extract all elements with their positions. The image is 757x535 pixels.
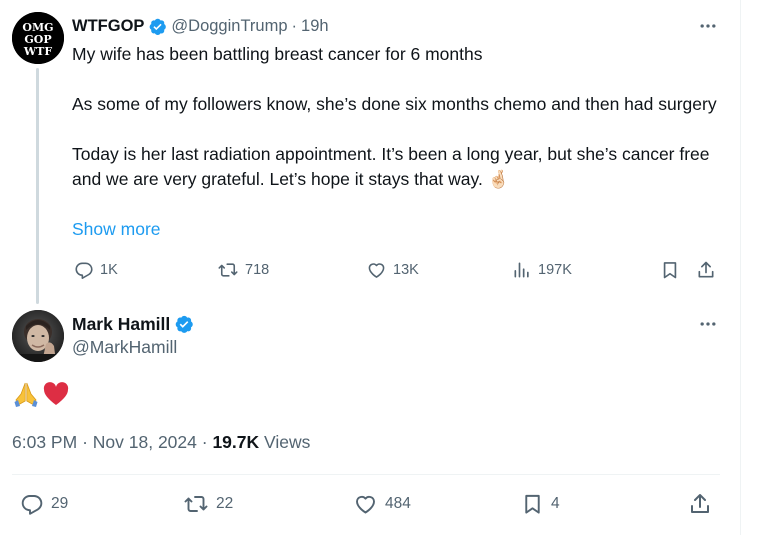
meta-divider [12, 474, 720, 475]
parent-timestamp[interactable]: 19h [301, 17, 329, 36]
bookmark-icon [663, 262, 677, 279]
parent-views-action[interactable]: 197K [512, 258, 572, 282]
parent-like-action[interactable]: 13K [366, 258, 419, 282]
thread-connector-line [36, 68, 39, 304]
avatar-text-line-3: WTF [23, 45, 53, 58]
parent-repost-action[interactable]: 718 [217, 258, 269, 282]
parent-reply-count: 1K [100, 262, 118, 278]
heart-outline-icon [356, 495, 375, 514]
meta-separator-2: · [201, 432, 208, 452]
timeline-column-divider [740, 0, 741, 535]
tweet-date[interactable]: Nov 18, 2024 [93, 432, 197, 452]
main-repost-action[interactable]: 22 [183, 492, 233, 516]
parent-reply-action[interactable]: 1K [74, 258, 118, 282]
parent-handle[interactable]: @DogginTrump [171, 17, 287, 36]
parent-tweet-text: My wife has been battling breast cancer … [72, 42, 732, 192]
omg-gop-wtf-logo-image: OMG GOP WTF [12, 12, 64, 64]
main-name-row: Mark Hamill [72, 312, 198, 336]
repost-arrows-icon [218, 263, 238, 277]
mark-hamill-avatar-image [12, 310, 64, 362]
heart-outline-icon [368, 263, 385, 278]
main-more-button[interactable] [693, 312, 723, 336]
main-like-count: 484 [385, 495, 411, 512]
folded-hands-icon [14, 382, 38, 407]
more-horizontal-icon [700, 322, 716, 326]
bookmark-icon [525, 494, 540, 514]
reply-bubble-icon [75, 262, 93, 279]
meta-separator-1: · [82, 432, 88, 452]
main-bookmark-count: 4 [551, 495, 560, 512]
share-upload-icon [691, 494, 709, 513]
parent-like-count: 13K [393, 262, 419, 278]
views-count: 19.7K [212, 432, 260, 452]
parent-repost-count: 718 [245, 262, 270, 278]
parent-more-button[interactable] [693, 14, 723, 38]
parent-display-name[interactable]: WTFGOP [72, 17, 144, 36]
more-horizontal-icon [700, 24, 716, 28]
folded-hands-emoji: 🙏 [12, 380, 40, 408]
main-reply-count: 29 [51, 495, 69, 512]
verified-badge-icon [148, 17, 167, 36]
show-more-link[interactable]: Show more [72, 217, 161, 242]
red-heart-icon [43, 382, 69, 405]
reply-bubble-icon [21, 495, 43, 515]
parent-bookmark-button[interactable] [660, 258, 680, 282]
parent-avatar[interactable]: OMG GOP WTF [12, 12, 64, 64]
main-share-button[interactable] [688, 492, 712, 516]
main-like-action[interactable]: 484 [353, 492, 411, 516]
main-display-name[interactable]: Mark Hamill [72, 314, 170, 335]
main-tweet-text: 🙏 ❤ [12, 380, 70, 408]
red-heart-emoji: ❤ [42, 380, 70, 408]
parent-paragraph-1: My wife has been battling breast cancer … [72, 44, 483, 64]
verified-badge-icon [174, 314, 194, 334]
parent-paragraph-3: Today is her last radiation appointment.… [72, 144, 710, 189]
repost-arrows-icon [184, 496, 208, 512]
main-avatar[interactable] [12, 310, 64, 362]
main-handle[interactable]: @MarkHamill [72, 337, 177, 358]
share-upload-icon [698, 261, 714, 278]
parent-tweet-header: WTFGOP @DogginTrump · 19h [72, 14, 329, 38]
header-dot-separator: · [291, 16, 298, 35]
parent-paragraph-2: As some of my followers know, she’s done… [72, 94, 717, 114]
tweet-time[interactable]: 6:03 PM [12, 432, 77, 452]
main-reply-action[interactable]: 29 [20, 492, 68, 516]
main-bookmark-action[interactable]: 4 [521, 492, 560, 516]
views-bar-chart-icon [514, 262, 529, 278]
parent-share-button[interactable] [696, 258, 716, 282]
parent-view-count: 197K [538, 262, 572, 278]
main-repost-count: 22 [216, 495, 234, 512]
main-tweet-meta: 6:03 PM · Nov 18, 2024 · 19.7K Views [12, 430, 310, 454]
views-label: Views [264, 432, 311, 452]
